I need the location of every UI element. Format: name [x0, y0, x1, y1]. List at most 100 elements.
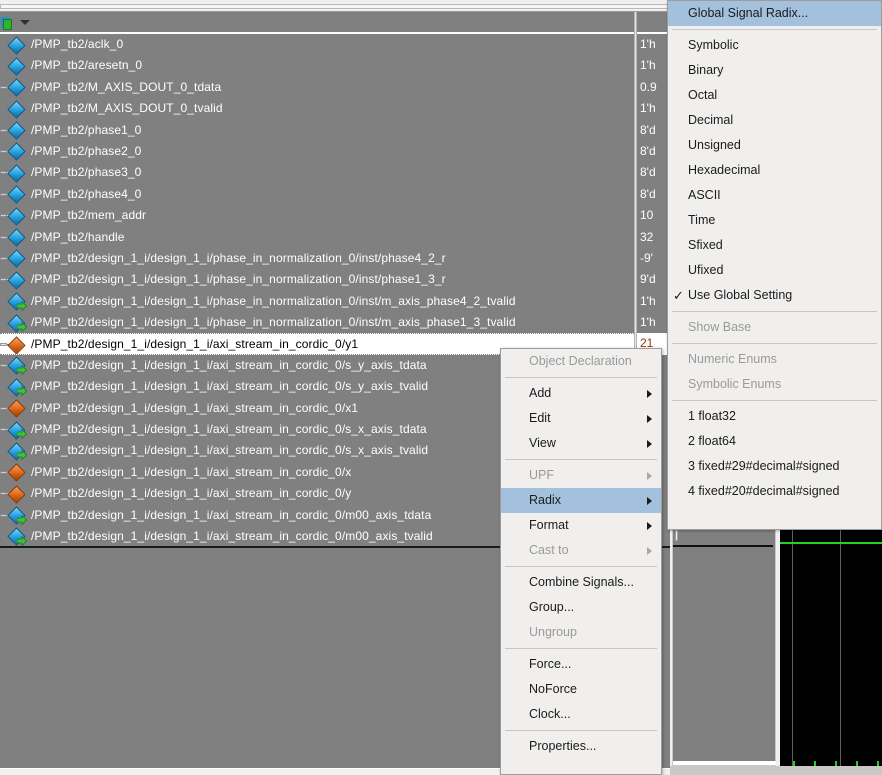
signal-value: 8'd — [640, 186, 656, 201]
radix-item-binary[interactable]: Binary — [668, 58, 881, 83]
menu-separator — [505, 459, 657, 460]
waveform-gridline — [840, 528, 841, 766]
radix-item-global-signal-radix[interactable]: Global Signal Radix... — [668, 1, 881, 26]
signal-row[interactable]: /PMP_tb2/design_1_i/design_1_i/phase_in_… — [0, 248, 634, 269]
menu-separator — [672, 311, 877, 312]
menu-item-label: Properties... — [529, 739, 597, 753]
radix-item-label: 3 fixed#29#decimal#signed — [688, 459, 840, 473]
radix-item-unsigned[interactable]: Unsigned — [668, 133, 881, 158]
radix-item-ufixed[interactable]: Ufixed — [668, 258, 881, 283]
signal-row[interactable]: /PMP_tb2/phase2_0 — [0, 141, 634, 162]
menu-item-noforce[interactable]: NoForce — [501, 677, 661, 702]
radix-item-label: Ufixed — [688, 263, 724, 277]
blue-diamond-icon — [7, 164, 26, 183]
radix-item-decimal[interactable]: Decimal — [668, 108, 881, 133]
menu-item-combine-signals[interactable]: Combine Signals... — [501, 570, 661, 595]
radix-item-label: Symbolic — [688, 38, 739, 52]
radix-item-use-global-setting[interactable]: ✓ Use Global Setting — [668, 283, 881, 308]
radix-item-hexadecimal[interactable]: Hexadecimal — [668, 158, 881, 183]
radix-item-label: Global Signal Radix... — [688, 6, 809, 20]
signal-row[interactable]: /PMP_tb2/design_1_i/design_1_i/phase_in_… — [0, 269, 634, 290]
radix-item-2-float64[interactable]: 2 float64 — [668, 429, 881, 454]
radix-item-3-fixed-29-decimal-signed[interactable]: 3 fixed#29#decimal#signed — [668, 454, 881, 479]
orange-diamond-icon — [7, 399, 26, 418]
menu-item-label: Format — [529, 518, 569, 532]
radix-item-label: Use Global Setting — [688, 288, 793, 302]
signal-value: 32 — [640, 229, 654, 244]
signal-row[interactable]: /PMP_tb2/phase3_0 — [0, 162, 634, 183]
blue-diamond-icon — [7, 185, 26, 204]
signal-row[interactable]: /PMP_tb2/mem_addr — [0, 205, 634, 226]
waveform-trace — [780, 542, 882, 544]
signal-row[interactable]: /PMP_tb2/phase1_0 — [0, 120, 634, 141]
radix-item-sfixed[interactable]: Sfixed — [668, 233, 881, 258]
signal-name: /PMP_tb2/design_1_i/design_1_i/axi_strea… — [31, 486, 352, 501]
signal-name: /PMP_tb2/design_1_i/design_1_i/axi_strea… — [31, 422, 427, 437]
signal-name: /PMP_tb2/phase2_0 — [31, 143, 142, 158]
signal-row[interactable]: /PMP_tb2/design_1_i/design_1_i/phase_in_… — [0, 312, 634, 333]
green-signal-icon — [1, 16, 15, 30]
signal-name: /PMP_tb2/design_1_i/design_1_i/phase_in_… — [31, 315, 516, 330]
waveform-panel[interactable] — [670, 520, 882, 775]
signal-row[interactable]: /PMP_tb2/M_AXIS_DOUT_0_tvalid — [0, 98, 634, 119]
waveform-canvas[interactable] — [780, 528, 882, 766]
top-strip-inner-line — [0, 4, 737, 9]
orange-diamond-icon — [7, 485, 26, 504]
signal-name: /PMP_tb2/handle — [31, 229, 125, 244]
signal-row[interactable]: /PMP_tb2/handle — [0, 227, 634, 248]
radix-item-label: Hexadecimal — [688, 163, 761, 177]
radix-item-octal[interactable]: Octal — [668, 83, 881, 108]
signal-row[interactable]: /PMP_tb2/phase4_0 — [0, 184, 634, 205]
submenu-arrow-icon — [647, 440, 652, 448]
menu-item-label: Ungroup — [529, 625, 577, 639]
menu-item-group[interactable]: Group... — [501, 595, 661, 620]
menu-item-add[interactable]: Add — [501, 381, 661, 406]
radix-item-label: Decimal — [688, 113, 734, 127]
signal-row[interactable]: /PMP_tb2/design_1_i/design_1_i/phase_in_… — [0, 291, 634, 312]
radix-item-1-float32[interactable]: 1 float32 — [668, 404, 881, 429]
radix-item-symbolic-enums: Symbolic Enums — [668, 372, 881, 397]
menu-item-view[interactable]: View — [501, 431, 661, 456]
menu-item-label: Clock... — [529, 707, 571, 721]
blue-diamond-icon — [7, 206, 26, 226]
signal-value: 8'd — [640, 143, 656, 158]
radix-item-label: Symbolic Enums — [688, 377, 782, 391]
menu-item-format[interactable]: Format — [501, 513, 661, 538]
green-arrow-icon — [17, 450, 27, 461]
checkmark-icon: ✓ — [673, 288, 684, 303]
radix-item-symbolic[interactable]: Symbolic — [668, 33, 881, 58]
radix-submenu[interactable]: Global Signal Radix... Symbolic Binary Octa… — [667, 0, 882, 530]
green-arrow-icon — [17, 535, 27, 546]
menu-item-radix[interactable]: Radix — [501, 488, 661, 513]
signal-context-menu[interactable]: Object Declaration Add Edit View UPF Radix For… — [500, 348, 662, 775]
radix-item-time[interactable]: Time — [668, 208, 881, 233]
radix-item-label: Binary — [688, 63, 724, 77]
cursor-handle[interactable] — [675, 530, 678, 541]
signal-row[interactable]: /PMP_tb2/M_AXIS_DOUT_0_tdata — [0, 77, 634, 98]
radix-item-label: Unsigned — [688, 138, 741, 152]
menu-item-force[interactable]: Force... — [501, 652, 661, 677]
menu-separator — [505, 730, 657, 731]
menu-item-label: Cast to — [529, 543, 569, 557]
signal-name: /PMP_tb2/design_1_i/design_1_i/axi_strea… — [31, 400, 359, 415]
signal-name: /PMP_tb2/design_1_i/design_1_i/axi_strea… — [31, 443, 429, 458]
signal-name: /PMP_tb2/phase3_0 — [31, 165, 142, 180]
radix-item-label: ASCII — [688, 188, 721, 202]
menu-item-clock[interactable]: Clock... — [501, 702, 661, 727]
menu-item-properties[interactable]: Properties... — [501, 734, 661, 759]
orange-diamond-icon — [7, 336, 26, 354]
radix-item-ascii[interactable]: ASCII — [668, 183, 881, 208]
radix-item-show-base: Show Base — [668, 315, 881, 340]
header-column-divider[interactable] — [634, 12, 637, 34]
signal-value: 9'd — [640, 272, 656, 287]
signal-row[interactable]: /PMP_tb2/aresetn_0 — [0, 55, 634, 76]
signal-row[interactable]: /PMP_tb2/aclk_0 — [0, 34, 634, 55]
menu-item-edit[interactable]: Edit — [501, 406, 661, 431]
chevron-down-icon[interactable] — [20, 20, 30, 25]
menu-item-object-declaration: Object Declaration — [501, 349, 661, 374]
radix-item-4-fixed-20-decimal-signed[interactable]: 4 fixed#20#decimal#signed — [668, 479, 881, 504]
green-arrow-icon — [17, 386, 27, 397]
signal-name: /PMP_tb2/aclk_0 — [31, 37, 124, 51]
menu-separator — [505, 648, 657, 649]
radix-item-numeric-enums: Numeric Enums — [668, 347, 881, 372]
